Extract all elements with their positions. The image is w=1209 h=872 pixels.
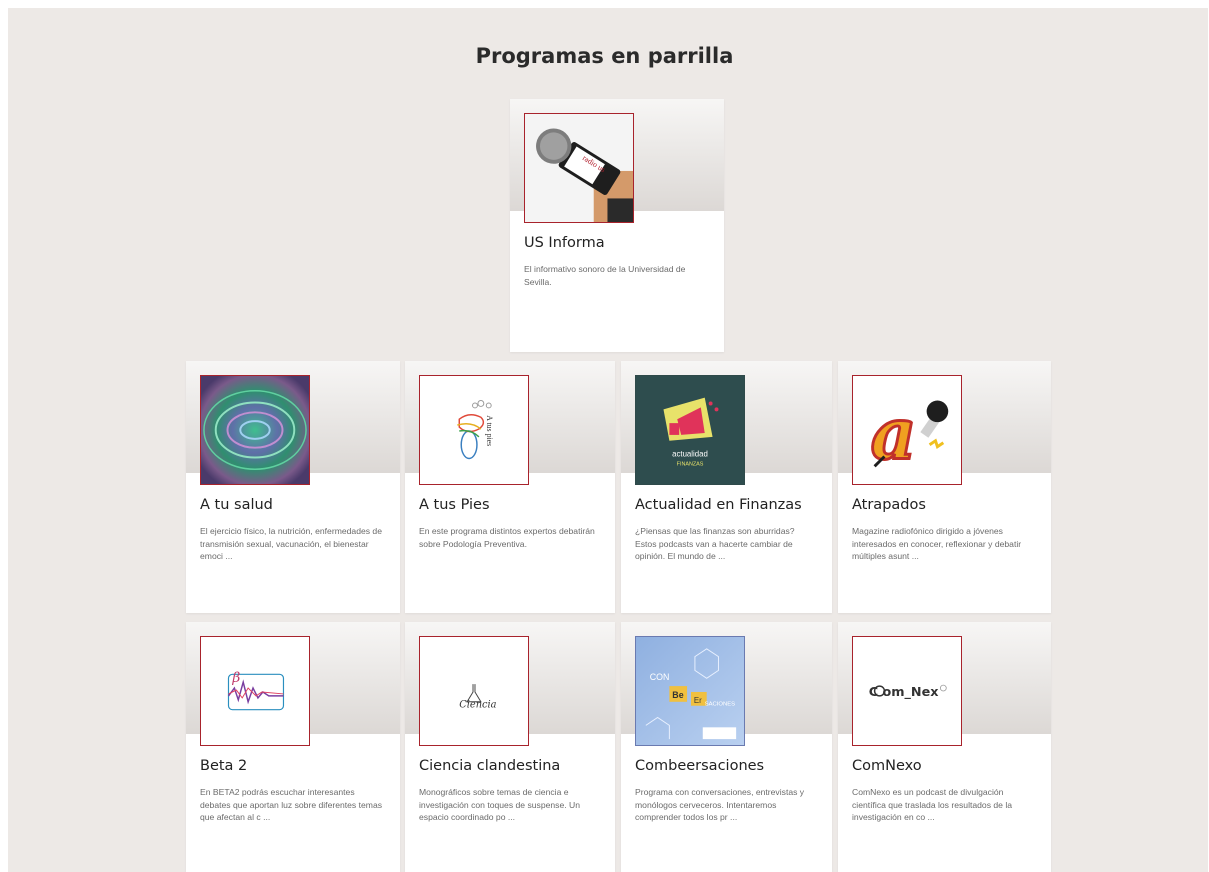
- program-card-us-informa[interactable]: radio us US Informa El informativo sonor…: [510, 99, 724, 352]
- letter-a-microphone-logo: a: [853, 376, 961, 484]
- kaleidoscope-image: [201, 376, 309, 484]
- program-description: Magazine radiofónico dirigido a jóvenes …: [852, 526, 1022, 561]
- program-title[interactable]: US Informa: [524, 235, 714, 251]
- program-description: ComNexo es un podcast de divulgación cie…: [852, 787, 1013, 822]
- program-title[interactable]: A tus Pies: [419, 497, 605, 513]
- program-description: Monográficos sobre temas de ciencia e in…: [419, 787, 580, 822]
- program-title[interactable]: Atrapados: [852, 497, 1041, 513]
- program-title[interactable]: Beta 2: [200, 758, 390, 774]
- program-card-combeersaciones[interactable]: CON Be Er SACIONES Combeersaciones Progr…: [621, 622, 832, 872]
- program-thumbnail[interactable]: A tus pies: [419, 375, 529, 485]
- program-card-comnexo[interactable]: C om_Nex ComNexo ComNexo es un podcast d…: [838, 622, 1051, 872]
- program-thumbnail[interactable]: actualidad FINANZAS: [635, 375, 745, 485]
- svg-text:FINANZAS: FINANZAS: [677, 461, 704, 467]
- svg-text:A tus pies: A tus pies: [485, 415, 494, 446]
- svg-text:Er: Er: [694, 696, 702, 705]
- program-thumbnail[interactable]: β: [200, 636, 310, 746]
- program-thumbnail[interactable]: radio us: [524, 113, 634, 223]
- program-title[interactable]: Ciencia clandestina: [419, 758, 605, 774]
- program-card-beta-2[interactable]: β Beta 2 En BETA2 podrás escuchar intere…: [186, 622, 400, 872]
- program-thumbnail[interactable]: C om_Nex: [852, 636, 962, 746]
- page-title: Programas en parrilla: [475, 44, 734, 68]
- footprint-logo: A tus pies: [420, 376, 528, 484]
- program-thumbnail[interactable]: [200, 375, 310, 485]
- program-thumbnail[interactable]: Ciencia: [419, 636, 529, 746]
- program-description: ¿Piensas que las finanzas son aburridas?…: [635, 526, 795, 561]
- svg-text:Be: Be: [672, 690, 683, 700]
- flask-logo: Ciencia: [420, 637, 528, 745]
- program-thumbnail[interactable]: a: [852, 375, 962, 485]
- program-card-actualidad-en-finanzas[interactable]: actualidad FINANZAS Actualidad en Finanz…: [621, 361, 832, 613]
- comnexo-wordmark-logo: C om_Nex: [853, 637, 961, 745]
- program-thumbnail[interactable]: CON Be Er SACIONES: [635, 636, 745, 746]
- program-card-atrapados[interactable]: a Atrapados Magazine radiofónico dirigid…: [838, 361, 1051, 613]
- program-description: En BETA2 podrás escuchar interesantes de…: [200, 787, 383, 822]
- svg-text:Ciencia: Ciencia: [459, 700, 496, 711]
- microphone-image: radio us: [525, 114, 633, 222]
- program-title[interactable]: A tu salud: [200, 497, 390, 513]
- program-description: En este programa distintos expertos deba…: [419, 526, 595, 549]
- program-description: Programa con conversaciones, entrevistas…: [635, 787, 805, 822]
- svg-text:C om_Nex: C om_Nex: [869, 685, 940, 700]
- program-description: El informativo sonoro de la Universidad …: [524, 264, 686, 287]
- svg-text:CON: CON: [650, 672, 670, 682]
- program-card-a-tu-salud[interactable]: A tu salud El ejercicio físico, la nutri…: [186, 361, 400, 613]
- program-description: El ejercicio físico, la nutrición, enfer…: [200, 526, 382, 561]
- beta-waveform-logo: β: [201, 637, 309, 745]
- svg-text:SACIONES: SACIONES: [705, 702, 735, 708]
- program-card-a-tus-pies[interactable]: A tus pies A tus Pies En este programa d…: [405, 361, 615, 613]
- svg-text:actualidad: actualidad: [672, 450, 708, 459]
- periodic-table-logo: CON Be Er SACIONES: [636, 637, 744, 745]
- program-card-ciencia-clandestina[interactable]: Ciencia Ciencia clandestina Monográficos…: [405, 622, 615, 872]
- program-title[interactable]: Actualidad en Finanzas: [635, 497, 822, 513]
- svg-text:β: β: [231, 670, 240, 686]
- program-title[interactable]: ComNexo: [852, 758, 1041, 774]
- megaphone-logo: actualidad FINANZAS: [636, 376, 744, 484]
- program-title[interactable]: Combeersaciones: [635, 758, 822, 774]
